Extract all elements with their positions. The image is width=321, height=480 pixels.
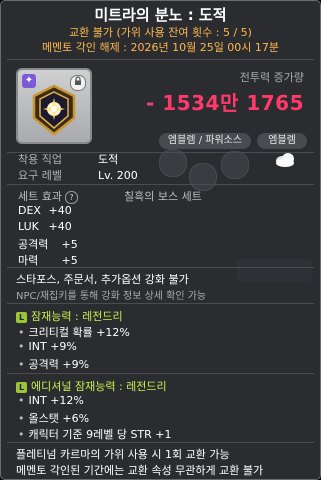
notes-divider [7, 303, 314, 304]
requirement-job: 착용 직업 도적 [18, 153, 118, 167]
additional-line: • INT +12% [18, 394, 84, 407]
stat-luk: LUK +40 [18, 220, 72, 233]
upgrade-note: 스타포스, 주문서, 추가옵션 강화 불가 [16, 273, 189, 286]
emblem-item-icon [32, 84, 76, 136]
additional-line: • 올스탯 +6% [18, 412, 90, 425]
memento-info: 메멘토 각인 해제 : 2026년 10월 25일 00시 17분 [41, 41, 280, 54]
requirement-label: 착용 직업 [18, 153, 62, 166]
npc-note: NPC/재집키를 통해 강화 정보 상세 확인 가능 [16, 291, 207, 302]
trade-info: 교환 불가 (가위 사용 잔여 횟수 : 5 / 5) [69, 26, 252, 39]
power-value: - 1534만 1765 [146, 91, 304, 115]
tooltip-header: 미트라의 분노 : 도적 교환 불가 (가위 사용 잔여 횟수 : 5 / 5)… [1, 1, 320, 55]
requirement-value: 도적 [98, 153, 119, 166]
emblem-button[interactable]: 엠블렘 [257, 133, 307, 149]
stat-attack: 공격력 +5 [18, 236, 78, 252]
stat-value: +5 [61, 254, 78, 267]
stat-name: LUK [18, 220, 39, 233]
emblem-slot-icon [221, 151, 249, 179]
additional-line: • 캐릭터 기준 9레벨 당 STR +1 [18, 428, 172, 441]
stat-name: DEX [18, 204, 41, 217]
footer-line: 메멘토 각인된 기간에는 교환 속성 무관하게 교환 불가 [16, 464, 264, 477]
requirement-value: Lv. 200 [98, 169, 138, 182]
emblem-slot-icon [159, 149, 187, 177]
potential-line: • INT +9% [18, 340, 77, 353]
stat-value: +5 [61, 238, 78, 251]
item-name: 미트라의 분노 : 도적 [94, 6, 227, 24]
additional-divider [7, 442, 314, 443]
footer-line: 플레티넘 카르마의 가위 사용 시 1회 교환 가능 [16, 448, 230, 461]
cloud-icon [276, 153, 294, 167]
set-effect-label: 세트 효과? [18, 188, 78, 204]
additional-potential-title: 에디셔널 잠재능력 : 레전드리 [31, 380, 167, 393]
potential-header: L 잠재능력 : 레전드리 [16, 308, 123, 324]
requirement-label: 요구 레벨 [18, 169, 62, 182]
potential-title: 잠재능력 : 레전드리 [31, 310, 123, 323]
potential-line: • 공격력 +9% [18, 358, 90, 371]
legendary-badge-icon: L [16, 381, 27, 393]
header-divider [7, 59, 314, 60]
power-label: 전투력 증가량 [239, 71, 304, 84]
req-divider [7, 184, 314, 185]
stat-name: 마력 [18, 254, 39, 267]
stat-value: +40 [48, 220, 72, 233]
stat-value: +40 [48, 204, 72, 217]
set-effect-text: 세트 효과 [18, 190, 62, 203]
stat-magic: 마력 +5 [18, 252, 78, 268]
emblem-power-source-button[interactable]: 엠블렘 / 파워소스 [159, 133, 251, 149]
legendary-badge-icon: L [16, 311, 27, 323]
additional-potential-header: L 에디셔널 잠재능력 : 레전드리 [16, 378, 167, 394]
item-icon-frame: ✦ [16, 68, 92, 144]
stat-divider [7, 267, 314, 268]
potential-line: • 크리티컬 확률 +12% [18, 326, 130, 339]
stat-dex: DEX +40 [18, 204, 72, 217]
emblem-slot-icon [189, 163, 217, 191]
question-icon[interactable]: ? [64, 190, 78, 204]
stat-name: 공격력 [18, 238, 49, 251]
potential-divider [7, 373, 314, 374]
set-name: 칠흑의 보스 세트 [124, 190, 202, 203]
item-tooltip: 미트라의 분노 : 도적 교환 불가 (가위 사용 잔여 횟수 : 5 / 5)… [0, 0, 321, 480]
item-icon-area: ✦ [16, 68, 92, 144]
faded-overlay [237, 259, 312, 281]
requirement-level: 요구 레벨 Lv. 200 [18, 169, 138, 183]
